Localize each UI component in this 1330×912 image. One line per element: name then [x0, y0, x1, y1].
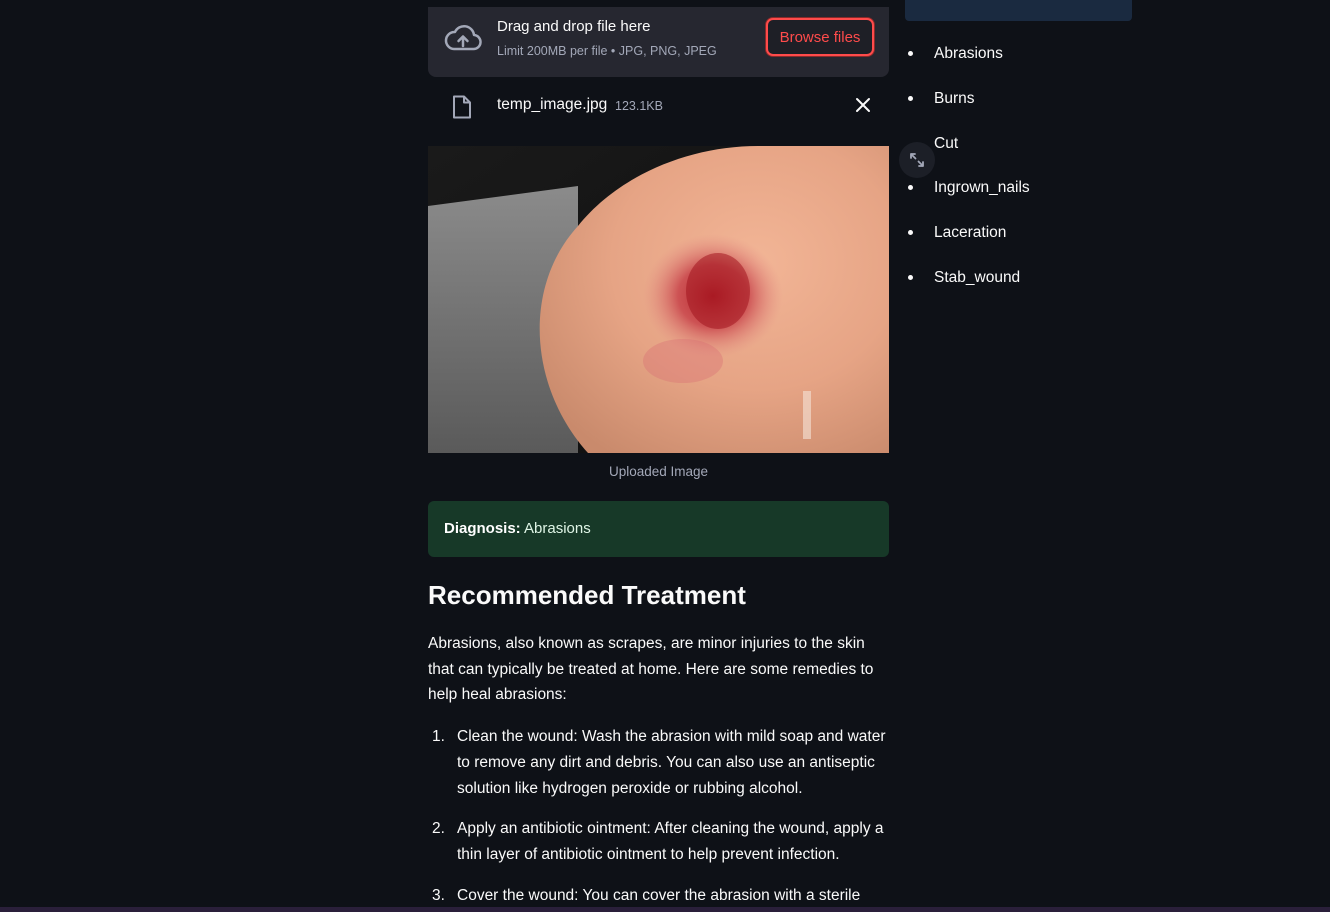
step-text: Clean the wound: Wash the abrasion with … — [457, 728, 886, 797]
diagnosis-value: Abrasions — [524, 520, 591, 537]
image-caption: Uploaded Image — [608, 464, 709, 479]
treatment-intro: Abrasions, also known as scrapes, are mi… — [428, 635, 874, 703]
step-text: Apply an antibiotic ointment: After clea… — [457, 820, 884, 864]
dropzone-title: Drag and drop file here — [497, 18, 651, 35]
uploaded-file-row: temp_image.jpg 123.1KB — [428, 85, 889, 127]
diagnosis-alert: Diagnosis: Abrasions — [428, 501, 889, 557]
cloud-upload-icon — [444, 25, 482, 51]
treatment-heading: Recommended Treatment — [428, 580, 746, 610]
step-number: 2. — [432, 820, 445, 838]
close-icon[interactable] — [855, 97, 871, 113]
app-page: Drag and drop file here Limit 200MB per … — [0, 0, 1330, 912]
list-item: Stab_wound — [905, 265, 1030, 310]
file-icon — [453, 95, 471, 119]
file-dropzone[interactable]: Drag and drop file here Limit 200MB per … — [428, 7, 889, 77]
browse-files-button[interactable]: Browse files — [766, 18, 874, 56]
list-item: 1. Clean the wound: Wash the abrasion wi… — [428, 724, 889, 801]
sidebar-header-bar — [905, 0, 1132, 21]
list-item: Burns — [905, 86, 1030, 131]
list-item: Ingrown_nails — [905, 175, 1030, 220]
step-text: Cover the wound: You can cover the abras… — [457, 886, 861, 904]
fullscreen-button[interactable] — [899, 142, 935, 178]
bottom-divider — [0, 907, 1330, 912]
step-number: 3. — [432, 886, 445, 904]
diagnosis-label: Diagnosis: — [444, 520, 521, 537]
uploaded-image — [428, 146, 889, 453]
list-item: 3. Cover the wound: You can cover the ab… — [428, 883, 889, 909]
dropzone-limit: Limit 200MB per file • JPG, PNG, JPEG — [497, 44, 717, 58]
file-name: temp_image.jpg — [497, 96, 608, 113]
list-item: Laceration — [905, 220, 1030, 265]
file-size: 123.1KB — [615, 99, 663, 113]
list-item: 2. Apply an antibiotic ointment: After c… — [428, 816, 889, 868]
step-number: 1. — [432, 728, 445, 745]
list-item: Abrasions — [905, 41, 1030, 86]
expand-icon — [910, 153, 924, 167]
treatment-steps: 1. Clean the wound: Wash the abrasion wi… — [428, 724, 889, 912]
